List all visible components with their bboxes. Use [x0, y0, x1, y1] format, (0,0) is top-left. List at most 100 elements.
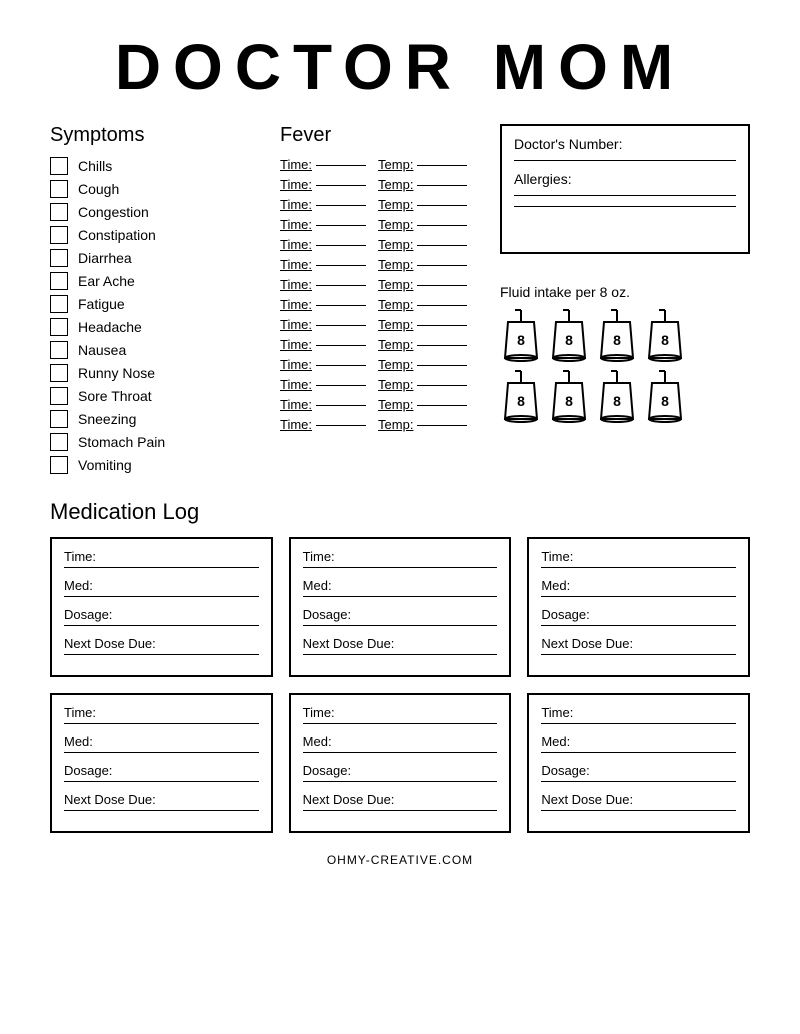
cup-item: 8 — [644, 308, 686, 363]
fever-temp-line — [417, 365, 467, 366]
med-field-line — [303, 810, 498, 811]
symptom-checkbox[interactable] — [50, 341, 68, 359]
symptom-label: Vomiting — [78, 457, 132, 473]
fever-temp-line — [417, 425, 467, 426]
symptoms-column: Symptoms Chills Cough Congestion Constip… — [50, 124, 280, 479]
med-field-label: Med: — [64, 734, 259, 749]
svg-text:8: 8 — [517, 393, 525, 409]
fever-time-label: Time: — [280, 337, 312, 352]
fever-temp-line — [417, 325, 467, 326]
med-field-line — [541, 752, 736, 753]
medication-grid: Time: Med: Dosage: Next Dose Due: Time: … — [50, 537, 750, 833]
med-field-line — [303, 596, 498, 597]
symptom-checkbox[interactable] — [50, 456, 68, 474]
medication-title: Medication Log — [50, 499, 750, 525]
med-field-label: Next Dose Due: — [303, 792, 498, 807]
fever-time-line — [316, 345, 366, 346]
med-field-label: Dosage: — [541, 607, 736, 622]
med-field: Dosage: — [541, 763, 736, 782]
fever-time-label: Time: — [280, 197, 312, 212]
fluid-section: Fluid intake per 8 oz. 8 8 — [500, 284, 750, 430]
fever-row: Time: Temp: — [280, 337, 490, 352]
symptom-item: Diarrhea — [50, 249, 270, 267]
med-field: Med: — [64, 578, 259, 597]
fever-time-label: Time: — [280, 217, 312, 232]
med-field-label: Med: — [303, 734, 498, 749]
symptom-label: Nausea — [78, 342, 126, 358]
svg-text:8: 8 — [613, 393, 621, 409]
med-field: Med: — [541, 578, 736, 597]
med-field: Med: — [303, 578, 498, 597]
fever-temp-label: Temp: — [378, 377, 413, 392]
cup-row: 8 8 8 — [500, 308, 750, 363]
right-column: Doctor's Number: Allergies: Fluid intake… — [500, 124, 750, 479]
symptom-checkbox[interactable] — [50, 295, 68, 313]
med-field-label: Next Dose Due: — [541, 636, 736, 651]
symptom-checkbox[interactable] — [50, 249, 68, 267]
fever-time-line — [316, 225, 366, 226]
med-field: Dosage: — [64, 763, 259, 782]
med-field-label: Time: — [64, 705, 259, 720]
med-field-label: Time: — [541, 549, 736, 564]
symptom-checkbox[interactable] — [50, 157, 68, 175]
med-field-line — [303, 654, 498, 655]
fever-time-label: Time: — [280, 417, 312, 432]
svg-text:8: 8 — [661, 393, 669, 409]
fever-row: Time: Temp: — [280, 157, 490, 172]
fever-time-label: Time: — [280, 297, 312, 312]
svg-text:8: 8 — [565, 332, 573, 348]
footer: OHMY-CREATIVE.COM — [327, 853, 473, 867]
fever-rows: Time: Temp: Time: Temp: Time: Temp: Time… — [280, 157, 490, 432]
fever-time-label: Time: — [280, 257, 312, 272]
fever-temp-label: Temp: — [378, 417, 413, 432]
symptom-label: Sore Throat — [78, 388, 152, 404]
fever-row: Time: Temp: — [280, 177, 490, 192]
symptom-checkbox[interactable] — [50, 272, 68, 290]
fever-time-line — [316, 405, 366, 406]
symptom-checkbox[interactable] — [50, 203, 68, 221]
fever-time-line — [316, 305, 366, 306]
fever-temp-label: Temp: — [378, 237, 413, 252]
symptom-item: Constipation — [50, 226, 270, 244]
med-field-line — [541, 810, 736, 811]
allergies-line-2 — [514, 206, 736, 207]
symptoms-list: Chills Cough Congestion Constipation Dia… — [50, 157, 270, 474]
fever-temp-line — [417, 165, 467, 166]
symptom-checkbox[interactable] — [50, 226, 68, 244]
fever-time-line — [316, 385, 366, 386]
fever-row: Time: Temp: — [280, 317, 490, 332]
cup-item: 8 — [548, 308, 590, 363]
fever-time-label: Time: — [280, 237, 312, 252]
svg-text:8: 8 — [517, 332, 525, 348]
medication-card: Time: Med: Dosage: Next Dose Due: — [289, 537, 512, 677]
fever-temp-line — [417, 225, 467, 226]
symptom-item: Sneezing — [50, 410, 270, 428]
fever-temp-label: Temp: — [378, 317, 413, 332]
symptom-checkbox[interactable] — [50, 410, 68, 428]
med-field-label: Med: — [64, 578, 259, 593]
fever-temp-line — [417, 205, 467, 206]
med-field-label: Time: — [64, 549, 259, 564]
symptom-label: Chills — [78, 158, 112, 174]
symptom-checkbox[interactable] — [50, 364, 68, 382]
fever-temp-label: Temp: — [378, 357, 413, 372]
symptom-checkbox[interactable] — [50, 387, 68, 405]
med-field: Dosage: — [303, 607, 498, 626]
fever-row: Time: Temp: — [280, 397, 490, 412]
symptom-item: Stomach Pain — [50, 433, 270, 451]
med-field-line — [64, 596, 259, 597]
med-field-line — [303, 781, 498, 782]
symptom-item: Sore Throat — [50, 387, 270, 405]
svg-text:8: 8 — [613, 332, 621, 348]
symptom-item: Fatigue — [50, 295, 270, 313]
symptom-label: Stomach Pain — [78, 434, 165, 450]
fever-temp-line — [417, 305, 467, 306]
med-field-line — [64, 625, 259, 626]
fever-time-line — [316, 245, 366, 246]
med-field: Dosage: — [541, 607, 736, 626]
fever-row: Time: Temp: — [280, 297, 490, 312]
fever-row: Time: Temp: — [280, 237, 490, 252]
symptom-checkbox[interactable] — [50, 318, 68, 336]
symptom-checkbox[interactable] — [50, 433, 68, 451]
symptom-checkbox[interactable] — [50, 180, 68, 198]
